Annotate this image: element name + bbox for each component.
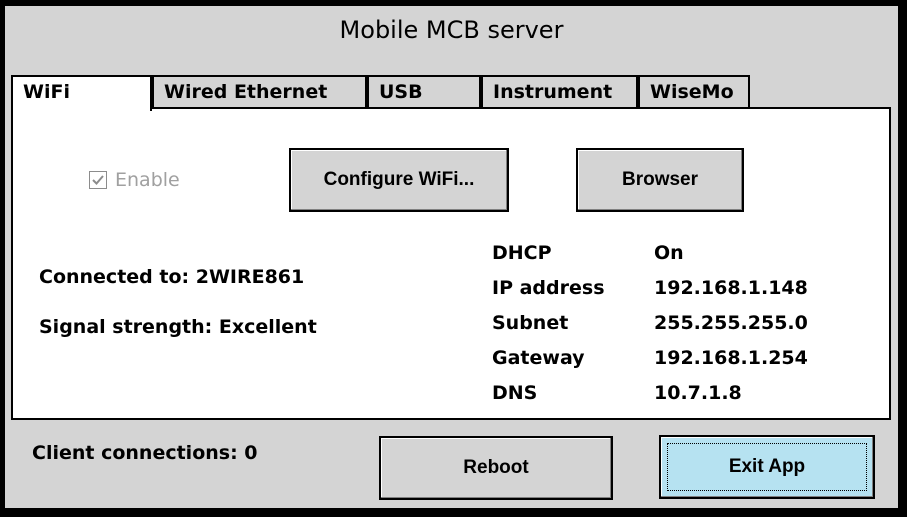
reboot-button[interactable]: Reboot [379, 436, 613, 500]
gateway-value: 192.168.1.254 [654, 347, 808, 369]
gateway-label: Gateway [492, 347, 585, 369]
signal-strength-text: Signal strength: Excellent [39, 316, 317, 338]
dns-label: DNS [492, 382, 538, 404]
window-title: Mobile MCB server [339, 16, 564, 44]
tab-instrument[interactable]: Instrument [481, 75, 638, 107]
client-connections-text: Client connections: 0 [32, 442, 258, 464]
checkmark-icon [92, 175, 104, 185]
tab-wired-ethernet[interactable]: Wired Ethernet [152, 75, 367, 107]
subnet-value: 255.255.255.0 [654, 312, 808, 334]
subnet-label: Subnet [492, 312, 569, 334]
ip-address-label: IP address [492, 277, 605, 299]
enable-checkbox[interactable]: Enable [89, 169, 180, 191]
tab-wifi[interactable]: WiFi [11, 75, 152, 111]
tab-wisemo[interactable]: WiseMo [638, 75, 750, 107]
configure-wifi-button[interactable]: Configure WiFi... [289, 148, 509, 212]
dns-value: 10.7.1.8 [654, 382, 742, 404]
focus-rectangle [667, 443, 867, 491]
exit-app-button[interactable]: Exit App [659, 435, 875, 499]
dhcp-value: On [654, 242, 684, 264]
wifi-panel: Enable Configure WiFi... Browser Connect… [11, 107, 891, 420]
tab-usb[interactable]: USB [367, 75, 481, 107]
browser-button[interactable]: Browser [576, 148, 744, 212]
enable-label: Enable [115, 169, 180, 191]
app-window: Mobile MCB server WiFi Wired Ethernet US… [3, 4, 900, 510]
checkbox-box [89, 171, 107, 189]
ip-address-value: 192.168.1.148 [654, 277, 808, 299]
connected-to-text: Connected to: 2WIRE861 [39, 266, 305, 288]
dhcp-label: DHCP [492, 242, 552, 264]
